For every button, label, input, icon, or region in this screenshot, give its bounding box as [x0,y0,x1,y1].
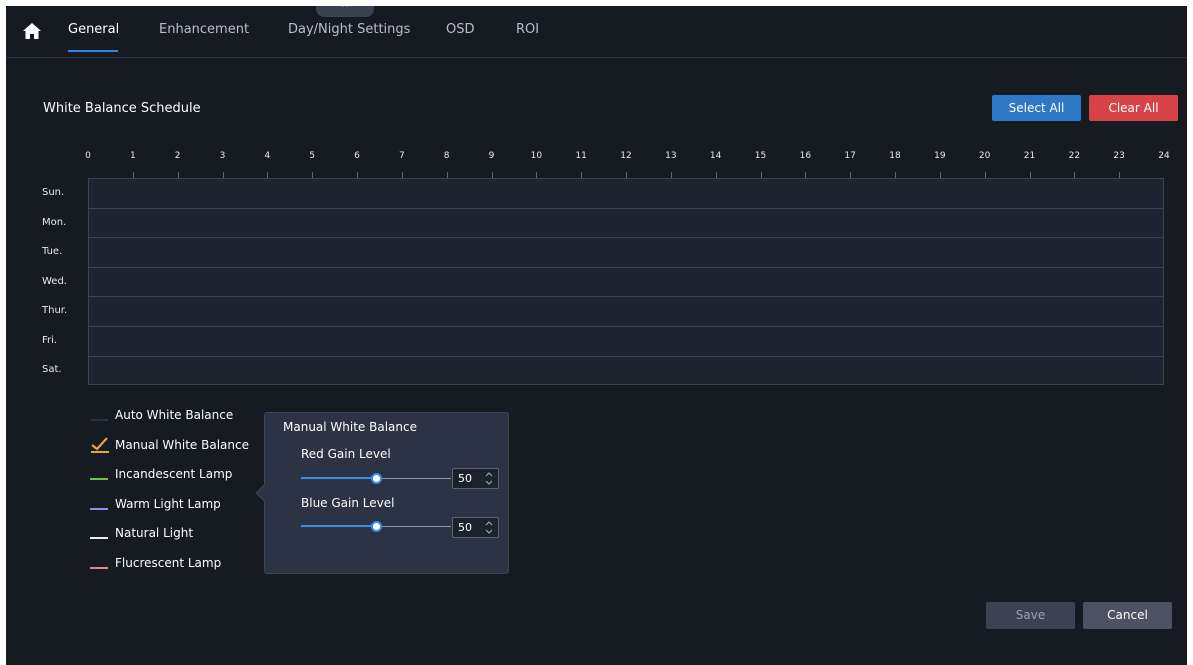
section-title: White Balance Schedule [43,101,201,116]
schedule-grid[interactable] [88,178,1164,385]
hour-label: 24 [1158,151,1170,161]
legend-swatch [90,478,108,480]
day-label-sat: Sat. [42,364,62,375]
hour-label: 18 [889,151,901,161]
spinner-arrows-icon[interactable] [483,519,495,536]
hour-label: 10 [530,151,543,161]
chevron-up-icon: ^ [340,6,350,14]
hour-label: 5 [309,151,316,161]
hour-label: 21 [1023,151,1036,161]
slider-fill [301,525,376,527]
schedule-row-sun[interactable] [89,179,1163,209]
legend-label: Warm Light Lamp [115,497,221,511]
red-gain-stepper[interactable]: 50 [452,468,499,489]
hour-label: 16 [799,151,812,161]
check-icon [91,437,109,453]
blue-gain-label: Blue Gain Level [301,496,395,510]
hour-label: 17 [844,151,856,161]
popup-title: Manual White Balance [283,420,417,434]
hour-label: 6 [354,151,360,161]
blue-gain-slider[interactable] [301,521,451,533]
manual-white-balance-popup: Manual White Balance Red Gain Level 50 B… [255,412,509,574]
hour-label: 14 [709,151,722,161]
clear-all-button[interactable]: Clear All [1089,95,1178,121]
red-gain-label: Red Gain Level [301,447,391,461]
tab-general[interactable]: General [68,22,119,37]
hour-label: 15 [754,151,767,161]
app-frame: General Enhancement Day/Night Settings O… [6,6,1187,665]
hour-label: 1 [129,151,136,161]
day-label-thur: Thur. [42,305,68,316]
blue-gain-value: 50 [458,521,472,534]
hour-label: 13 [665,151,677,161]
slider-thumb[interactable] [371,521,382,532]
spinner-arrows-icon[interactable] [483,470,495,487]
legend-label: Natural Light [115,526,194,540]
day-label-tue: Tue. [42,246,63,257]
popup-pointer [255,484,273,502]
hour-label: 23 [1113,151,1125,161]
legend-label: Flucrescent Lamp [115,556,222,570]
legend-swatch [90,508,108,510]
slider-fill [301,477,376,479]
tab-osd[interactable]: OSD [446,22,475,37]
blue-gain-stepper[interactable]: 50 [452,517,499,538]
hour-label: 9 [488,151,495,161]
collapse-toggle[interactable]: ^ [316,6,374,17]
red-gain-slider[interactable] [301,473,451,485]
active-tab-indicator [68,50,118,52]
schedule-row-fri[interactable] [89,327,1163,357]
hour-label: 8 [443,151,450,161]
legend-swatch [90,537,108,539]
select-all-button[interactable]: Select All [992,95,1081,121]
top-nav: General Enhancement Day/Night Settings O… [6,6,1187,58]
day-label-mon: Mon. [42,217,67,228]
tab-enhancement[interactable]: Enhancement [159,22,249,37]
legend-swatch [90,567,108,569]
legend-label: Manual White Balance [115,438,249,452]
hour-label: 7 [398,151,405,161]
hour-label: 2 [174,151,181,161]
tab-day-night-settings[interactable]: Day/Night Settings [288,22,410,37]
legend-swatch [90,419,108,421]
home-icon[interactable] [22,21,42,41]
save-button[interactable]: Save [986,602,1075,629]
schedule-row-sat[interactable] [89,357,1163,387]
hour-label: 19 [934,151,946,161]
day-label-fri: Fri. [42,335,58,346]
schedule-row-wed[interactable] [89,268,1163,298]
schedule-row-mon[interactable] [89,209,1163,239]
tab-roi[interactable]: ROI [516,22,539,37]
schedule-row-tue[interactable] [89,238,1163,268]
day-label-sun: Sun. [42,187,65,198]
hour-label: 11 [575,151,587,161]
hour-label: 0 [85,151,91,161]
cancel-button[interactable]: Cancel [1083,602,1172,629]
hour-label: 22 [1068,151,1081,161]
day-label-wed: Wed. [42,276,67,287]
legend-label: Incandescent Lamp [115,467,233,481]
hour-label: 3 [219,151,226,161]
hour-label: 20 [978,151,991,161]
schedule-row-thur[interactable] [89,297,1163,327]
legend-label: Auto White Balance [115,408,234,422]
hour-label: 12 [620,151,632,161]
hour-label: 4 [264,151,271,161]
red-gain-value: 50 [458,472,472,485]
slider-thumb[interactable] [371,473,382,484]
